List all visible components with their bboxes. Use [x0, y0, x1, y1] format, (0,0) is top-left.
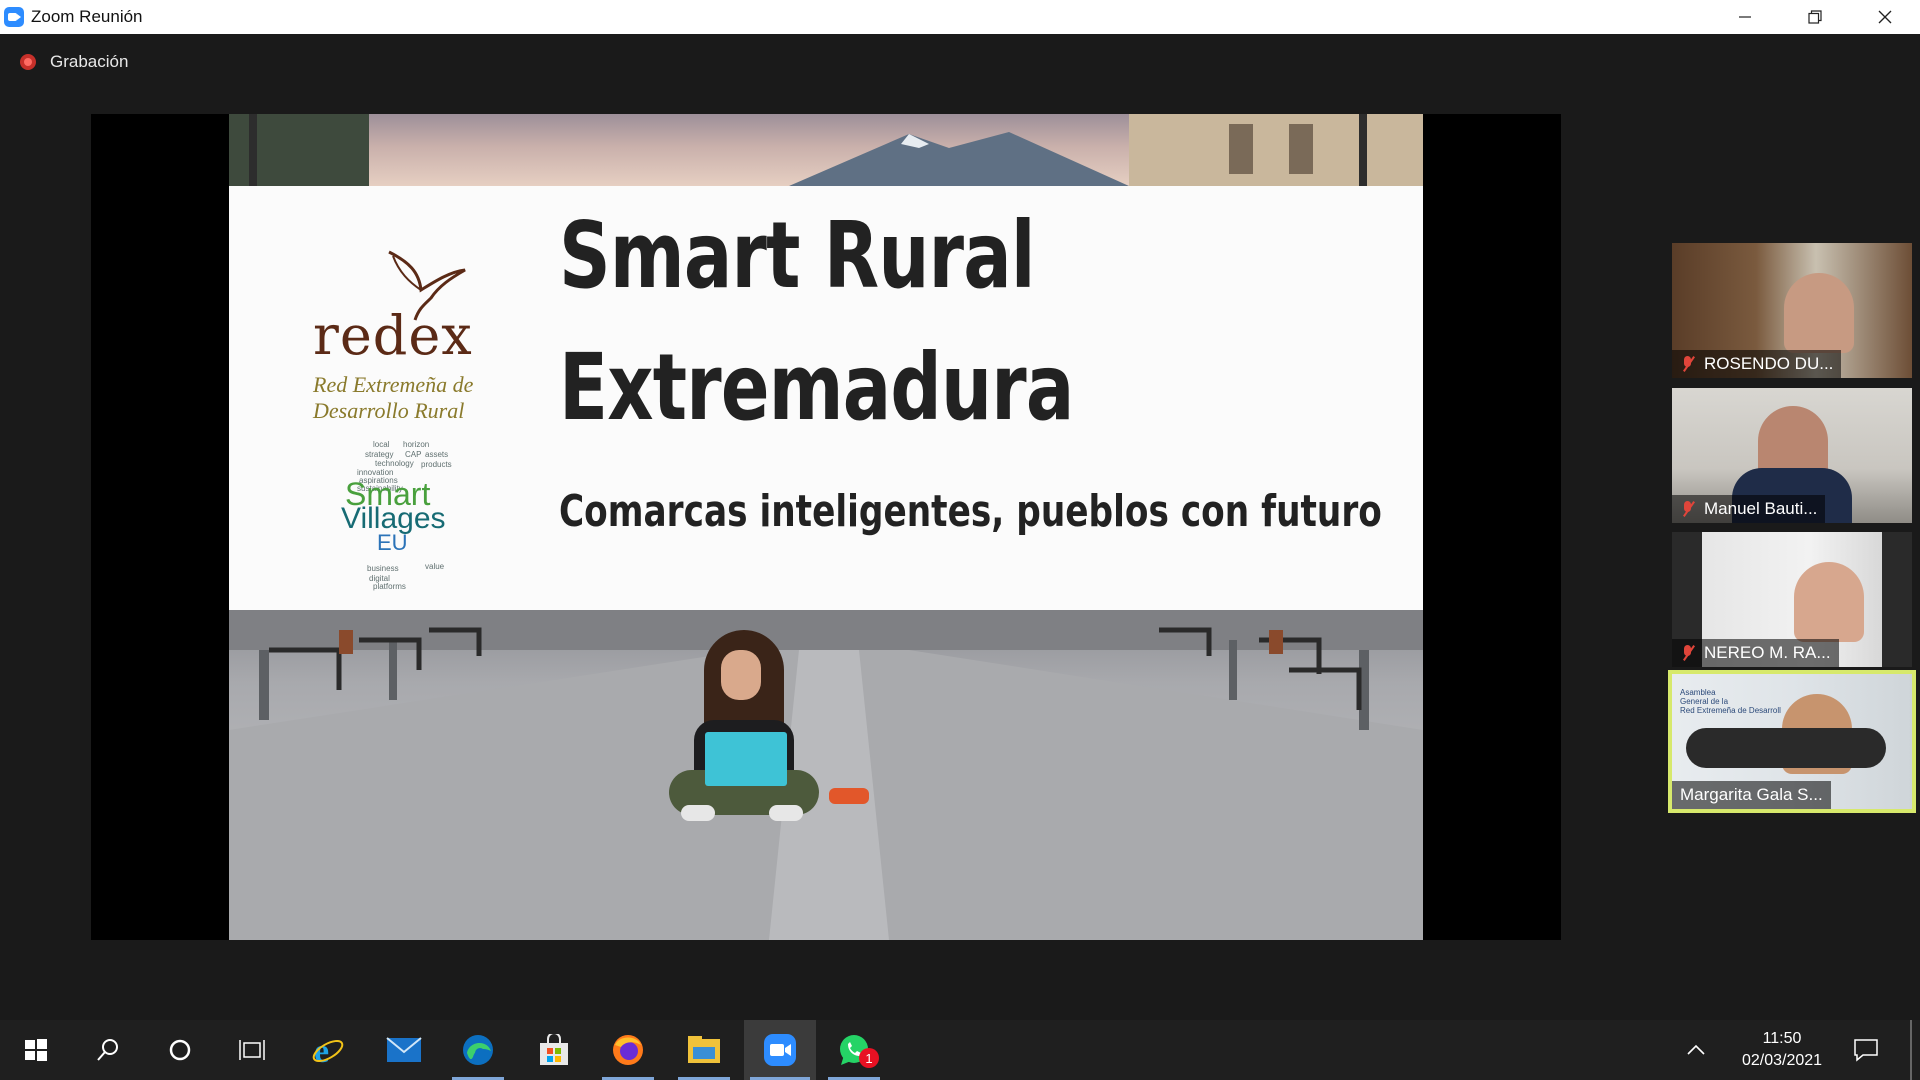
- minimize-button[interactable]: [1710, 0, 1780, 34]
- notifications-icon: [1854, 1039, 1878, 1062]
- laptop-image: [705, 732, 787, 786]
- logo-subtitle-line2: Desarrollo Rural: [313, 398, 465, 423]
- mountain-landscape-image: [229, 114, 1423, 186]
- wordcloud-word: CAP: [405, 450, 422, 459]
- mail-icon: [386, 1037, 422, 1062]
- slide-top-photo: [229, 114, 1423, 186]
- title-bar: Zoom Reunión: [0, 0, 1920, 34]
- wordcloud-word: value: [425, 562, 445, 571]
- orange-bag-image: [829, 788, 869, 804]
- wordcloud-word: strategy: [365, 450, 394, 459]
- svg-text:e: e: [314, 1033, 329, 1067]
- windows-taskbar: e 1 11:50 02/03/2021: [0, 1020, 1920, 1080]
- taskbar-clock[interactable]: 11:50 02/03/2021: [1732, 1028, 1832, 1072]
- zoom-icon: [764, 1034, 796, 1066]
- wordcloud-word: assets: [425, 450, 449, 459]
- clock-time: 11:50: [1762, 1030, 1802, 1047]
- participant-name-label: NEREO M. RA...: [1672, 639, 1839, 667]
- wordcloud-word: local: [373, 440, 390, 449]
- redex-logo-wordmark: redex: [313, 304, 473, 367]
- slide-subtitle: Comarcas inteligentes, pueblos con futur…: [559, 486, 1382, 537]
- recording-indicator[interactable]: Grabación: [20, 52, 128, 72]
- wordcloud-word: technology: [375, 459, 414, 468]
- wordcloud-word: products: [421, 460, 452, 469]
- minimize-icon: [1739, 16, 1751, 18]
- recording-label: Grabación: [50, 52, 129, 71]
- logo-subtitle-line1: Red Extremeña de: [313, 372, 474, 397]
- start-button[interactable]: [0, 1020, 72, 1080]
- file-explorer-icon: [688, 1036, 720, 1063]
- task-view-icon: [239, 1040, 265, 1060]
- task-view-button[interactable]: [216, 1020, 288, 1080]
- wordcloud-word: platforms: [373, 582, 406, 591]
- slide-title-line1: Smart Rural: [559, 202, 1036, 309]
- taskbar-whatsapp[interactable]: 1: [818, 1020, 890, 1080]
- close-button[interactable]: [1850, 0, 1920, 34]
- person-with-laptop-image: [669, 630, 819, 855]
- muted-microphone-icon: [1680, 644, 1696, 662]
- taskbar-firefox[interactable]: [592, 1020, 664, 1080]
- slide-title-line2: Extremadura: [559, 334, 1074, 441]
- shared-screen: redex Red Extremeña de Desarrollo Rural …: [91, 114, 1561, 940]
- recording-dot-icon: [20, 54, 36, 70]
- window-controls: [1710, 0, 1920, 34]
- participant-name-label: Margarita Gala S...: [1672, 781, 1831, 809]
- participant-video-tile[interactable]: NEREO M. RA...: [1672, 532, 1912, 667]
- search-button[interactable]: [72, 1020, 144, 1080]
- participant-arms: [1686, 728, 1886, 768]
- participant-video-tile[interactable]: Manuel Bauti...: [1672, 388, 1912, 523]
- search-icon: [97, 1039, 118, 1061]
- taskbar-edge[interactable]: [442, 1020, 514, 1080]
- participant-avatar: [1784, 273, 1854, 353]
- smart-villages-wordcloud: local horizon strategy CAP assets techno…: [329, 434, 469, 594]
- zoom-app-icon: [4, 7, 24, 27]
- wordcloud-eu: EU: [377, 530, 408, 555]
- wordcloud-word: business: [367, 564, 399, 573]
- participant-name-label: ROSENDO DU...: [1672, 350, 1842, 378]
- taskbar-mail[interactable]: [368, 1020, 440, 1080]
- restore-button[interactable]: [1780, 0, 1850, 34]
- muted-microphone-icon: [1680, 355, 1696, 373]
- firefox-icon: [613, 1035, 643, 1065]
- muted-microphone-icon: [1680, 500, 1696, 518]
- internet-explorer-icon: e: [312, 1033, 344, 1067]
- restore-icon: [1808, 10, 1822, 24]
- wordcloud-word: horizon: [403, 440, 430, 449]
- participant-video-tile-active-speaker[interactable]: Asamblea General de la Red Extremeña de …: [1668, 670, 1916, 813]
- edge-icon: [463, 1035, 493, 1065]
- participant-name: NEREO M. RA...: [1704, 643, 1831, 662]
- participant-video-tile[interactable]: ROSENDO DU...: [1672, 243, 1912, 378]
- taskbar-zoom[interactable]: [744, 1020, 816, 1080]
- windows-start-icon: [25, 1039, 47, 1061]
- action-center-button[interactable]: [1836, 1020, 1896, 1080]
- whatsapp-notification-badge: 1: [859, 1048, 879, 1068]
- show-desktop-button[interactable]: [1910, 1020, 1912, 1080]
- store-icon: [540, 1034, 568, 1065]
- taskbar-file-explorer[interactable]: [668, 1020, 740, 1080]
- taskbar-store[interactable]: [518, 1020, 590, 1080]
- close-icon: [1878, 10, 1892, 24]
- participant-avatar: [1794, 562, 1864, 642]
- slide-street-photo: [229, 610, 1423, 940]
- show-hidden-icons-button[interactable]: [1672, 1020, 1720, 1080]
- taskbar-internet-explorer[interactable]: e: [292, 1020, 364, 1080]
- participant-name: ROSENDO DU...: [1704, 354, 1834, 373]
- presentation-slide: redex Red Extremeña de Desarrollo Rural …: [229, 114, 1423, 940]
- participant-name-label: Manuel Bauti...: [1672, 495, 1826, 523]
- street-scene-image: [229, 610, 1423, 940]
- chevron-up-icon: [1687, 1044, 1705, 1055]
- participant-name: Margarita Gala S...: [1680, 785, 1823, 804]
- participant-background-text: Asamblea General de la Red Extremeña de …: [1680, 688, 1781, 715]
- clock-date: 02/03/2021: [1741, 1052, 1823, 1069]
- cortana-icon: [169, 1039, 191, 1061]
- participant-name: Manuel Bauti...: [1704, 499, 1818, 518]
- window-title: Zoom Reunión: [31, 7, 143, 26]
- cortana-button[interactable]: [144, 1020, 216, 1080]
